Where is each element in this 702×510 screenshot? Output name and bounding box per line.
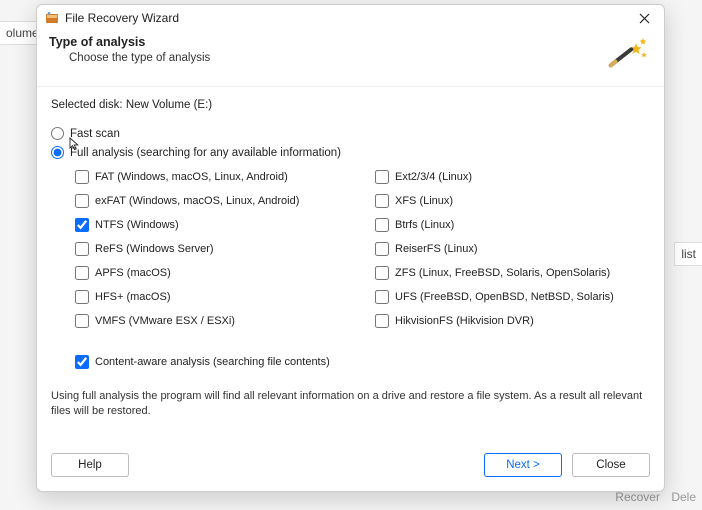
fs-zfs-label: ZFS (Linux, FreeBSD, Solaris, OpenSolari… [395, 267, 610, 279]
fs-ntfs-label: NTFS (Windows) [95, 219, 179, 231]
fs-refs-label: ReFS (Windows Server) [95, 243, 214, 255]
fs-ufs-label: UFS (FreeBSD, OpenBSD, NetBSD, Solaris) [395, 291, 614, 303]
wizard-footer: Help Next > Close [37, 443, 664, 491]
content-aware-row[interactable]: Content-aware analysis (searching file c… [51, 355, 650, 369]
file-recovery-wizard-dialog: File Recovery Wizard Type of analysis Ch… [36, 4, 665, 492]
fs-exfat-label: exFAT (Windows, macOS, Linux, Android) [95, 195, 299, 207]
full-analysis-radio-input[interactable] [51, 146, 64, 159]
fs-exfat-checkbox[interactable] [75, 194, 89, 208]
fs-btrfs-label: Btrfs (Linux) [395, 219, 454, 231]
fs-fat-label: FAT (Windows, macOS, Linux, Android) [95, 171, 288, 183]
bg-list-fragment: list [674, 242, 702, 266]
close-button[interactable]: Close [572, 453, 650, 477]
fs-ext-label: Ext2/3/4 (Linux) [395, 171, 472, 183]
fs-apfs[interactable]: APFS (macOS) [75, 266, 375, 280]
fs-hikvisionfs-checkbox[interactable] [375, 314, 389, 328]
next-button[interactable]: Next > [484, 453, 562, 477]
fs-reiserfs[interactable]: ReiserFS (Linux) [375, 242, 650, 256]
content-aware-checkbox[interactable] [75, 355, 89, 369]
fs-reiserfs-label: ReiserFS (Linux) [395, 243, 478, 255]
fs-vmfs[interactable]: VMFS (VMware ESX / ESXi) [75, 314, 375, 328]
bg-recover-btn: Recover [615, 490, 660, 504]
fs-exfat[interactable]: exFAT (Windows, macOS, Linux, Android) [75, 194, 375, 208]
selected-disk-label: Selected disk: New Volume (E:) [51, 99, 650, 111]
fs-reiserfs-checkbox[interactable] [375, 242, 389, 256]
bg-delete-btn: Dele [671, 490, 696, 504]
fs-apfs-checkbox[interactable] [75, 266, 89, 280]
content-aware-label: Content-aware analysis (searching file c… [95, 356, 330, 368]
fs-ntfs[interactable]: NTFS (Windows) [75, 218, 375, 232]
fast-scan-label: Fast scan [70, 128, 120, 140]
fs-hfsplus[interactable]: HFS+ (macOS) [75, 290, 375, 304]
app-icon [45, 11, 59, 25]
fs-refs[interactable]: ReFS (Windows Server) [75, 242, 375, 256]
filesystem-options: FAT (Windows, macOS, Linux, Android) exF… [51, 165, 650, 333]
titlebar: File Recovery Wizard [37, 5, 664, 31]
fs-xfs[interactable]: XFS (Linux) [375, 194, 650, 208]
wand-icon [606, 35, 648, 76]
fs-fat[interactable]: FAT (Windows, macOS, Linux, Android) [75, 170, 375, 184]
full-analysis-radio[interactable]: Full analysis (searching for any availab… [51, 146, 650, 159]
help-button[interactable]: Help [51, 453, 129, 477]
fs-fat-checkbox[interactable] [75, 170, 89, 184]
fast-scan-radio-input[interactable] [51, 127, 64, 140]
fs-refs-checkbox[interactable] [75, 242, 89, 256]
fs-zfs[interactable]: ZFS (Linux, FreeBSD, Solaris, OpenSolari… [375, 266, 650, 280]
fs-zfs-checkbox[interactable] [375, 266, 389, 280]
fast-scan-radio[interactable]: Fast scan [51, 127, 650, 140]
fs-hikvisionfs-label: HikvisionFS (Hikvision DVR) [395, 315, 534, 327]
window-title: File Recovery Wizard [65, 11, 632, 25]
full-analysis-label: Full analysis (searching for any availab… [70, 147, 341, 159]
fs-vmfs-checkbox[interactable] [75, 314, 89, 328]
wizard-header: Type of analysis Choose the type of anal… [37, 31, 664, 87]
bg-bottom-buttons: Recover Dele [607, 490, 696, 504]
fs-xfs-checkbox[interactable] [375, 194, 389, 208]
fs-ufs[interactable]: UFS (FreeBSD, OpenBSD, NetBSD, Solaris) [375, 290, 650, 304]
fs-ntfs-checkbox[interactable] [75, 218, 89, 232]
fs-btrfs[interactable]: Btrfs (Linux) [375, 218, 650, 232]
selected-disk-value: New Volume (E:) [126, 99, 212, 111]
selected-disk-caption: Selected disk: [51, 99, 123, 111]
fs-apfs-label: APFS (macOS) [95, 267, 171, 279]
fs-xfs-label: XFS (Linux) [395, 195, 453, 207]
fs-column-right: Ext2/3/4 (Linux) XFS (Linux) Btrfs (Linu… [375, 165, 650, 333]
fs-btrfs-checkbox[interactable] [375, 218, 389, 232]
fs-hikvisionfs[interactable]: HikvisionFS (Hikvision DVR) [375, 314, 650, 328]
fs-column-left: FAT (Windows, macOS, Linux, Android) exF… [75, 165, 375, 333]
fs-ext[interactable]: Ext2/3/4 (Linux) [375, 170, 650, 184]
fs-vmfs-label: VMFS (VMware ESX / ESXi) [95, 315, 235, 327]
fs-hfsplus-checkbox[interactable] [75, 290, 89, 304]
page-title: Type of analysis [49, 35, 210, 49]
full-analysis-description: Using full analysis the program will fin… [51, 389, 650, 420]
fs-ext-checkbox[interactable] [375, 170, 389, 184]
fs-hfsplus-label: HFS+ (macOS) [95, 291, 170, 303]
wizard-body: Selected disk: New Volume (E:) Fast scan… [37, 87, 664, 443]
close-icon[interactable] [632, 6, 656, 30]
fs-ufs-checkbox[interactable] [375, 290, 389, 304]
page-subtitle: Choose the type of analysis [49, 52, 210, 64]
